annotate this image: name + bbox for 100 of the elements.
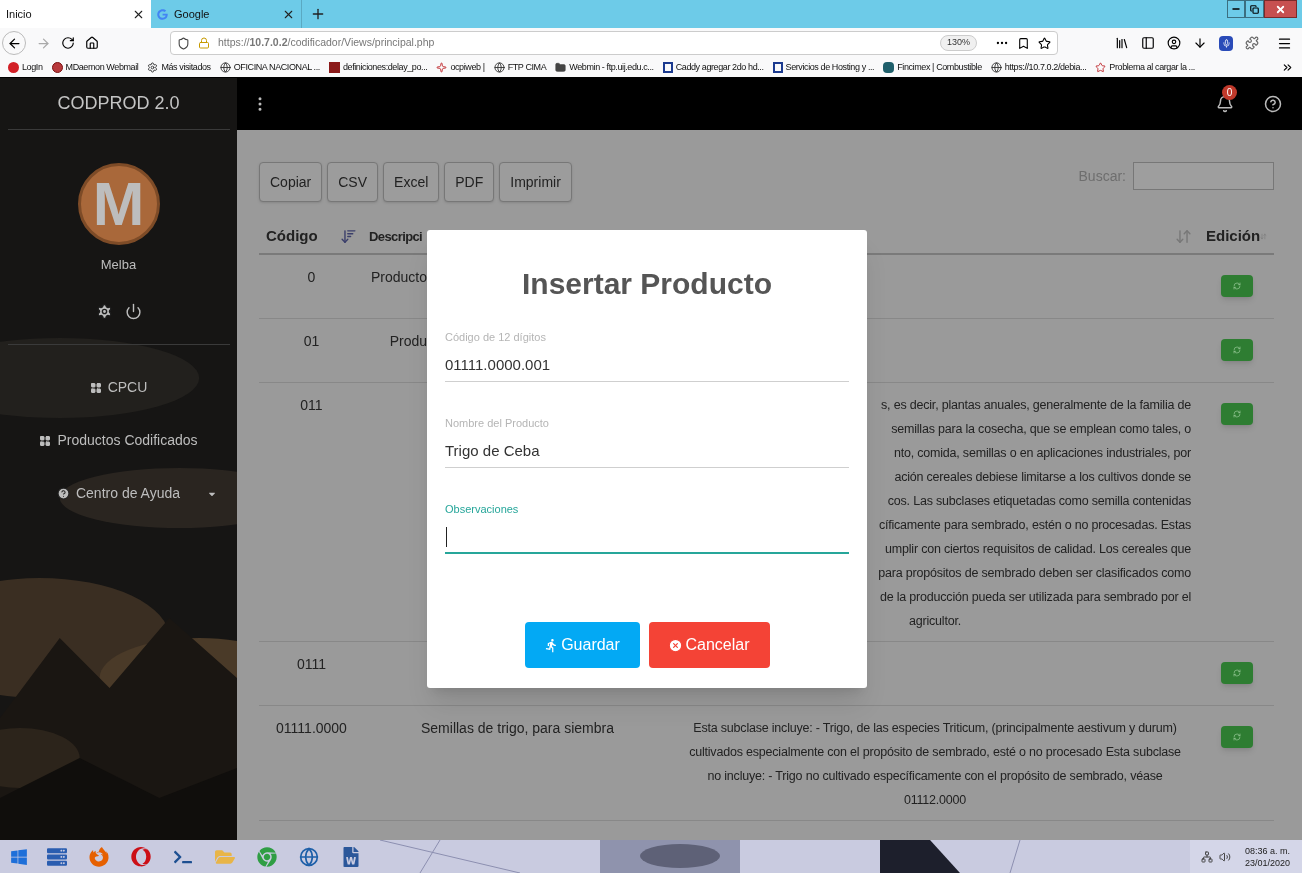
observation-text: umplir con ciertos requisitos de calidad. Los cereales que [885, 542, 1191, 556]
bookmark-item[interactable]: Problema al cargar la ... [1095, 60, 1195, 75]
account-icon[interactable] [1167, 36, 1181, 50]
opera-icon[interactable] [131, 846, 151, 867]
gear-icon [147, 62, 159, 73]
extension-icon[interactable] [1219, 35, 1233, 51]
code-cell: 01 [303, 333, 320, 349]
overflow-icon[interactable] [1281, 61, 1294, 74]
observation-text: semillas para la cosecha, que se emplean como tales, o [891, 422, 1191, 436]
minimize-button[interactable] [1227, 0, 1245, 18]
export-button[interactable]: CSV [327, 162, 379, 202]
help-icon[interactable] [1264, 95, 1282, 113]
globe-icon [990, 62, 1002, 73]
dialog-title: Insertar Producto [520, 266, 774, 302]
code-cell: 011 [300, 397, 323, 413]
zoom-level[interactable]: 130% [939, 35, 977, 51]
code-cell: 0111 [296, 656, 327, 672]
sidebar-icon[interactable] [1141, 36, 1155, 50]
restore-button[interactable] [1245, 0, 1264, 18]
bookmark-item[interactable]: ocpiweb | [436, 60, 485, 75]
bookmark-item[interactable]: definiciones:delay_po... [328, 60, 428, 75]
logo-icon [883, 62, 895, 73]
export-button[interactable]: Imprimir [499, 162, 572, 202]
export-button[interactable]: PDF [444, 162, 495, 202]
code-cell: 0 [307, 269, 316, 285]
bookmark-item[interactable]: LogIn [8, 60, 43, 75]
address-bar[interactable]: https://10.7.0.2/codificador/Views/principal.php 130% [170, 31, 1058, 55]
refresh-icon [1232, 733, 1241, 741]
bookmark-item[interactable]: Fincimex | Combustible [883, 60, 982, 75]
export-button[interactable]: Excel [383, 162, 440, 202]
server-icon[interactable] [47, 846, 67, 867]
google-icon [157, 8, 168, 20]
field-label: Observaciones [445, 502, 520, 516]
star-icon[interactable] [1038, 36, 1051, 50]
refresh-icon [1232, 669, 1241, 677]
close-icon [668, 637, 684, 653]
logo-icon [51, 62, 63, 73]
globe-icon[interactable] [299, 846, 319, 867]
home-icon[interactable] [85, 36, 99, 50]
sort-icon[interactable] [340, 228, 357, 245]
word-icon[interactable] [341, 846, 361, 867]
description-cell: Produ [389, 333, 427, 349]
text-cursor [446, 527, 447, 547]
field-label: Código de 12 dígitos [445, 330, 547, 344]
reload-icon[interactable] [61, 36, 75, 50]
column-header[interactable]: Código [266, 225, 318, 248]
windows-icon [10, 847, 28, 866]
search-field[interactable] [1133, 162, 1274, 190]
column-header[interactable]: Edición [1206, 225, 1261, 248]
code-cell: 01111.0000 [276, 720, 347, 736]
refresh-icon [1232, 346, 1241, 354]
browser-tab[interactable]: Inicio [0, 0, 151, 28]
restore-icon [1250, 4, 1259, 14]
close-icon [1275, 3, 1286, 15]
observation-text: nto, comida, semillas o en aplicaciones industriales, por [893, 446, 1191, 460]
column-header[interactable]: Descripci [369, 226, 423, 247]
observation-text: Esta subclase incluye: - Trigo, de las especies Triticum, (principalmente aestivum y durum) cultivados especialmente con el propósito de sembrado, esté o no procesado Esta subclase no incluye: - Trigo no cultivado específicamente con el propósito de sembrado, véase 01112.0000 [688, 720, 1182, 809]
observation-text: de la producción pueda ser utilizada para sembrado por el [879, 590, 1191, 604]
close-button[interactable] [1264, 0, 1297, 18]
logo-icon [772, 62, 783, 73]
bookmark-item[interactable]: OFICINA NACIONAL ... [219, 60, 320, 75]
field-label: Nombre del Producto [445, 416, 550, 430]
extension-icon[interactable] [1245, 36, 1259, 50]
lock-icon [198, 37, 210, 49]
sparkle-icon [436, 62, 448, 73]
back-icon [6, 35, 22, 51]
bookmark-item[interactable]: Más visitados [147, 60, 211, 75]
volume-icon[interactable] [1218, 850, 1231, 863]
bookmark-item[interactable]: Caddy agregar 2do hd... [662, 60, 764, 75]
bookmark-item[interactable]: https://10.7.0.2/debia... [990, 60, 1087, 75]
observation-text: cos. Las subclases etiquetadas como semilla contenidas [887, 494, 1191, 508]
notification-badge: 0 [1222, 85, 1237, 100]
library-icon[interactable] [1115, 36, 1129, 50]
description-cell: Semillas de trigo, para siembra [421, 720, 614, 736]
input-field[interactable]: Trigo de Ceba [445, 434, 849, 468]
network-icon[interactable] [1200, 850, 1213, 863]
menu-icon[interactable] [1277, 35, 1292, 51]
globe-icon [493, 62, 505, 73]
bookmark-icon [328, 62, 340, 73]
bookmark-item[interactable]: FTP CIMA [493, 60, 547, 75]
observation-text: agricultor. [909, 614, 961, 628]
bookmark-item[interactable]: Servicios de Hosting y ... [772, 60, 875, 75]
bookmark-item[interactable]: Webmin - ftp.uij.edu.c... [555, 60, 654, 75]
observation-text: s, es decir, plantas anuales, generalmente de la familia de [881, 398, 1191, 412]
bookmark-icon[interactable] [1017, 36, 1030, 50]
observation-text: para propósitos de sembrado deben ser clasificados como [878, 566, 1191, 580]
refresh-icon [1232, 282, 1241, 290]
bookmark-item[interactable]: MDaemon Webmail [51, 60, 139, 75]
download-icon[interactable] [1193, 36, 1207, 50]
globe-icon [219, 62, 231, 73]
input-field[interactable]: 01111.0000.001 [445, 348, 849, 382]
description-cell: Producto [370, 269, 427, 285]
url-text: https://10.7.0.2/codificador/Views/principal.php [218, 35, 436, 51]
cancel-button[interactable]: Cancelar [648, 622, 770, 668]
notification-icon[interactable] [1216, 95, 1234, 113]
new-tab-icon[interactable] [310, 6, 326, 22]
shield-icon [177, 36, 190, 50]
observation-text: cíficamente para sembrado, estén o no procesadas. Estas [878, 518, 1191, 532]
export-button[interactable]: Copiar [259, 162, 323, 202]
logo-icon [8, 62, 19, 73]
